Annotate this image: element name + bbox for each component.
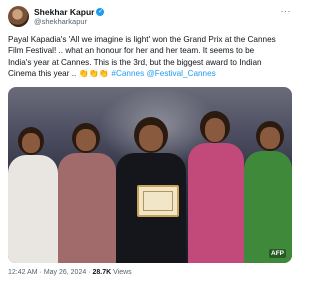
tweet-text: Payal Kapadia's 'All we imagine is light… [8,34,296,79]
person-figure [8,127,58,263]
more-options-icon[interactable]: ··· [281,6,292,16]
tweet-header: Shekhar Kapur ✓ @shekharkapur [8,6,105,27]
person-figure [56,123,118,263]
tweet-line-last: Cinema this year .. 👏👏👏 #Cannes @Festiva… [8,68,296,79]
views-label: Views [113,269,132,276]
photo-credit: AFP [269,249,286,258]
verified-badge-icon: ✓ [96,7,105,16]
user-handle[interactable]: @shekharkapur [34,17,104,27]
clapping-hands-icon: 👏👏👏 [78,68,110,78]
person-figure [244,121,292,263]
tweet-time[interactable]: 12:42 AM [8,269,38,276]
display-name[interactable]: Shekhar Kapur [34,7,94,17]
tweet-meta: 12:42 AM · May 26, 2024 · 28.7K Views [8,269,132,276]
views-count: 28.7K [92,269,112,276]
person-figure [186,111,246,263]
tweet-line: Film Festival! .. what an honour for her… [8,46,255,56]
author-names: Shekhar Kapur ✓ @shekharkapur [34,7,105,27]
avatar[interactable] [8,6,29,27]
tweet-date[interactable]: May 26, 2024 [44,269,86,276]
mention-link[interactable]: @Festival_Cannes [146,69,215,78]
tweet-line: India's year at Cannes. This is the 3rd,… [8,57,262,67]
hashtag-link[interactable]: #Cannes [111,69,144,78]
tweet-line: Payal Kapadia's 'All we imagine is light… [8,35,276,44]
name-row: Shekhar Kapur ✓ [34,7,105,17]
award-certificate [137,185,179,217]
tweet-photo[interactable]: AFP [8,87,292,263]
tweet-card: Shekhar Kapur ✓ @shekharkapur ··· Payal … [0,0,300,281]
tweet-line-text: Cinema this year .. [8,68,79,78]
